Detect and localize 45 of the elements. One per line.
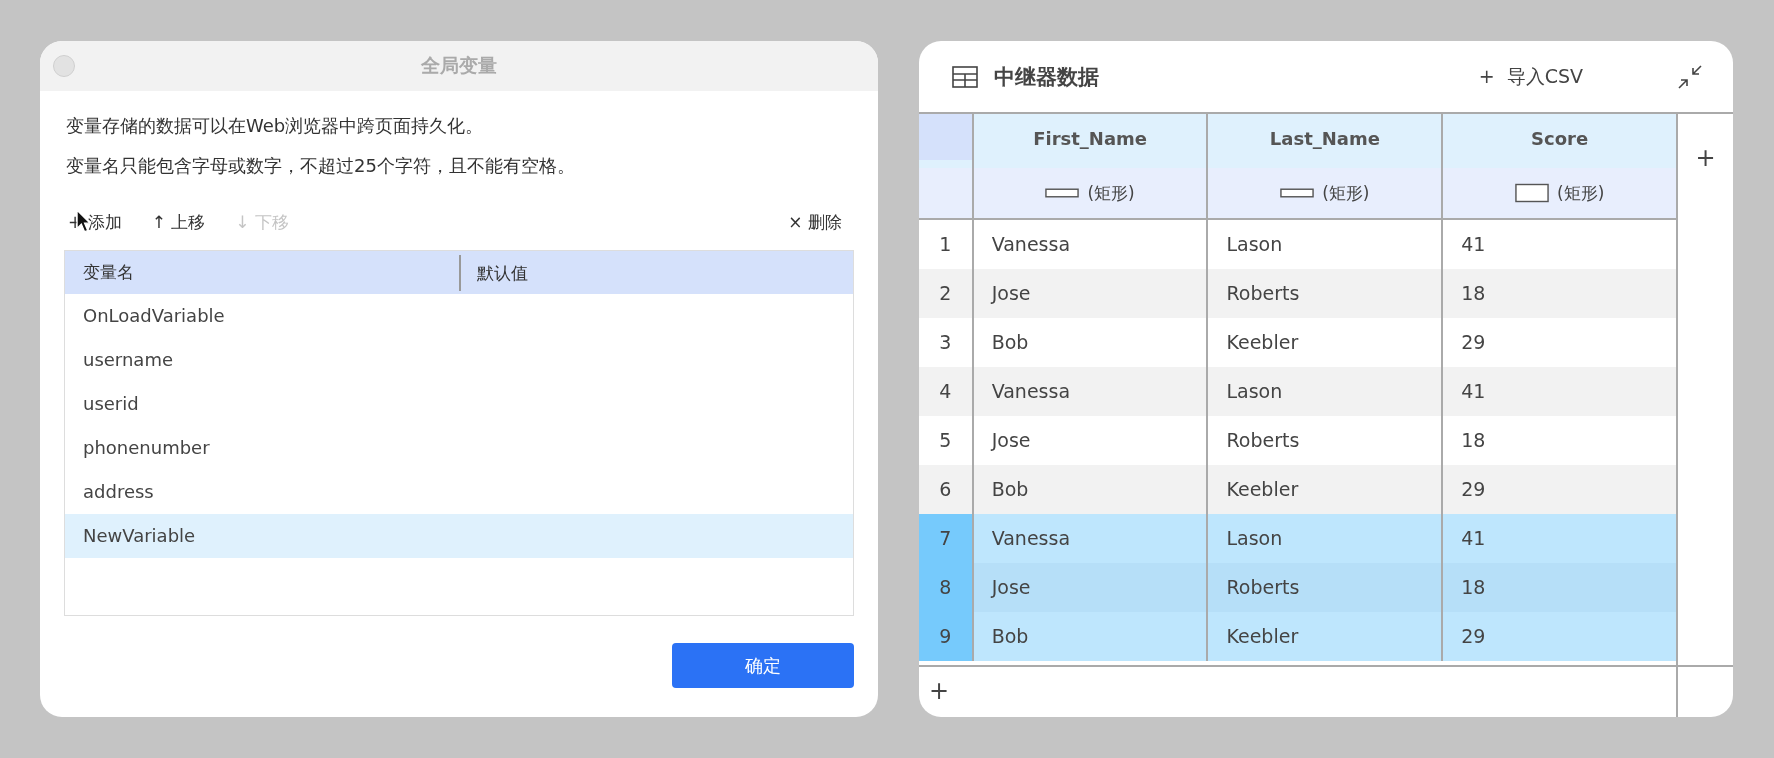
- target-label: (矩形): [1322, 181, 1370, 205]
- row-number: 9: [919, 612, 972, 661]
- table-cell: Keebler: [1206, 612, 1442, 661]
- data-row[interactable]: 6 Bob Keebler 29: [919, 465, 1676, 514]
- rectangle-icon: [1045, 188, 1080, 198]
- corner-cell: [919, 114, 972, 160]
- row-number: 7: [919, 514, 972, 563]
- variable-row[interactable]: userid: [65, 382, 853, 426]
- data-row[interactable]: 4 Vanessa Lason 41: [919, 367, 1676, 416]
- collapse-icon[interactable]: [1677, 63, 1703, 90]
- column-header[interactable]: 变量名: [65, 251, 459, 294]
- data-row[interactable]: 8 Jose Roberts 18: [919, 563, 1676, 612]
- add-column-button[interactable]: +: [1695, 144, 1716, 174]
- variable-row[interactable]: address: [65, 470, 853, 514]
- rectangle-icon: [1280, 188, 1315, 198]
- row-number: 3: [938, 330, 953, 355]
- panel-title: 中继器数据: [994, 63, 1099, 91]
- table-icon: [952, 65, 978, 88]
- row-number: 4: [938, 379, 953, 404]
- row-number: 5: [938, 428, 953, 453]
- rectangle-icon: [1515, 183, 1549, 203]
- target-label: (矩形): [1087, 181, 1135, 205]
- row-number: 8: [919, 563, 972, 612]
- toolbar-button[interactable]: ↑ 上移: [151, 207, 206, 238]
- table-cell: Bob: [971, 612, 1207, 661]
- toolbar-button[interactable]: × 删除: [788, 207, 842, 238]
- table-cell: 29: [1441, 612, 1676, 661]
- target-label: (矩形): [1557, 181, 1605, 205]
- data-row[interactable]: 7 Vanessa Lason 41: [919, 514, 1676, 563]
- description-text: 变量名只能包含字母或数字，不超过25个字符，且不能有空格。: [66, 154, 576, 178]
- row-number: 2: [938, 281, 953, 306]
- ok-button[interactable]: 确定: [672, 643, 854, 688]
- row-number: 1: [938, 232, 953, 257]
- variable-row[interactable]: username: [65, 338, 853, 382]
- description-text: 变量存储的数据可以在Web浏览器中跨页面持久化。: [66, 114, 485, 138]
- variable-row[interactable]: OnLoadVariable: [65, 294, 853, 338]
- variable-row[interactable]: NewVariable: [65, 514, 853, 558]
- data-row[interactable]: 9 Bob Keebler 29: [919, 612, 1676, 661]
- import-csv-button[interactable]: + 导入CSV: [1472, 62, 1589, 91]
- add-row-button[interactable]: +: [929, 677, 950, 707]
- variable-row[interactable]: phonenumber: [65, 426, 853, 470]
- row-number: 6: [938, 477, 953, 502]
- data-row[interactable]: 2 Jose Roberts 18: [919, 269, 1676, 318]
- column-header[interactable]: 默认值: [459, 254, 853, 291]
- window-title: 全局变量: [421, 53, 497, 78]
